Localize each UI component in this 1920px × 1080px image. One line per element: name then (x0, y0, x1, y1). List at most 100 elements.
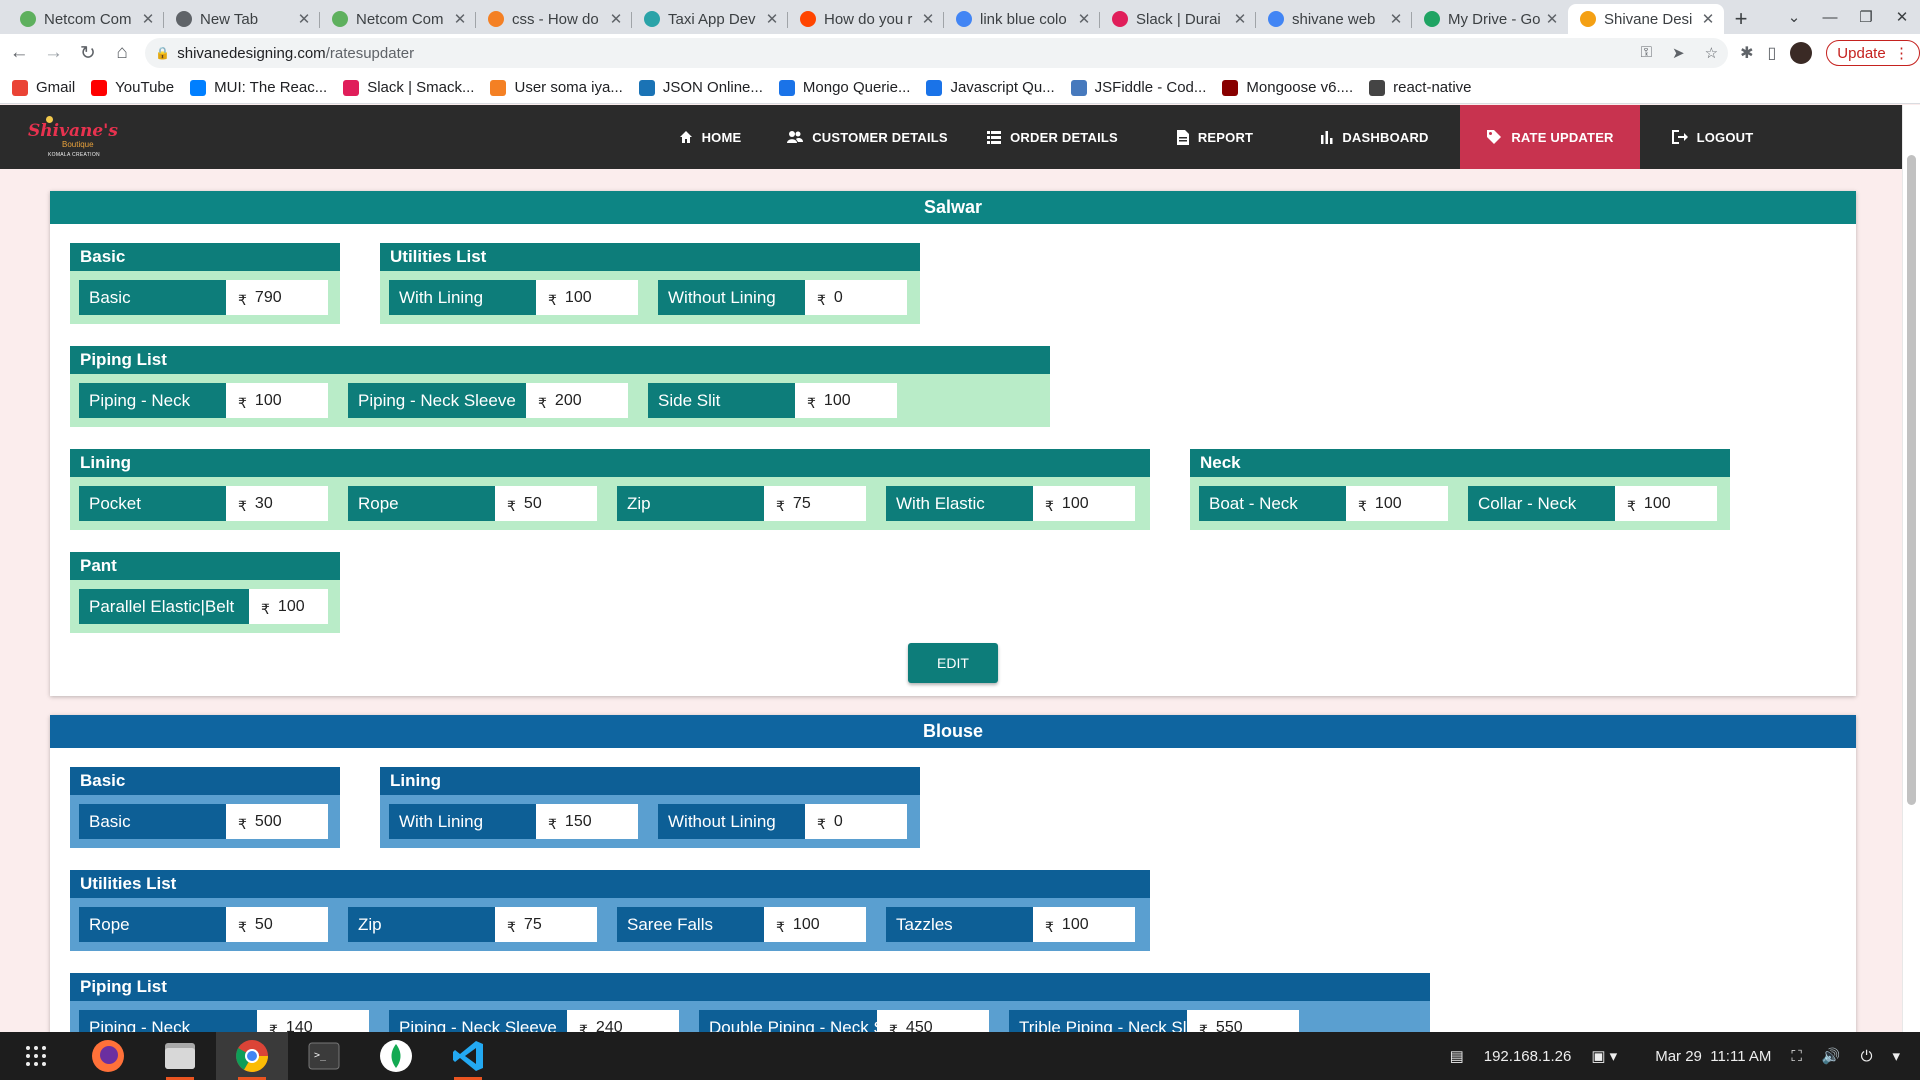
rate-input[interactable]: ₹100 (764, 907, 866, 942)
update-button[interactable]: Update ⋮ (1826, 40, 1920, 66)
rate-input[interactable]: ₹100 (249, 589, 328, 624)
rate-input[interactable]: ₹100 (1033, 486, 1135, 521)
tab-close-icon[interactable]: ✕ (764, 10, 780, 28)
tab-close-icon[interactable]: ✕ (1700, 10, 1716, 28)
firefox-icon[interactable] (72, 1032, 144, 1080)
bookmark-item[interactable]: Mongoose v6.... (1222, 79, 1353, 96)
browser-tab[interactable]: Slack | Durai ✕ (1100, 4, 1256, 34)
bookmark-item[interactable]: MUI: The Reac... (190, 79, 327, 96)
bookmark-item[interactable]: YouTube (91, 79, 174, 96)
browser-tab[interactable]: Netcom Com ✕ (320, 4, 476, 34)
rate-input[interactable]: ₹50 (495, 486, 597, 521)
rate-input[interactable]: ₹75 (764, 486, 866, 521)
clipboard-menu-icon[interactable]: ▣ ▾ (1591, 1047, 1617, 1065)
rate-input[interactable]: ₹100 (1615, 486, 1717, 521)
bookmark-item[interactable]: Gmail (12, 79, 75, 96)
address-bar[interactable]: 🔒 shivanedesigning.com /ratesupdater ⚿ ➤… (145, 38, 1729, 68)
tab-close-icon[interactable]: ✕ (608, 10, 624, 28)
new-tab-button[interactable]: + (1724, 4, 1758, 34)
browser-tab[interactable]: link blue colo ✕ (944, 4, 1100, 34)
rate-input[interactable]: ₹50 (226, 907, 328, 942)
rate-input[interactable]: ₹75 (495, 907, 597, 942)
rate-input[interactable]: ₹0 (805, 804, 907, 839)
reload-icon[interactable]: ↻ (73, 42, 103, 65)
rate-input[interactable]: ₹790 (226, 280, 328, 315)
browser-tab[interactable]: shivane web ✕ (1256, 4, 1412, 34)
rate-input[interactable]: ₹150 (536, 804, 638, 839)
bookmark-item[interactable]: Javascript Qu... (926, 79, 1055, 96)
rate-input[interactable]: ₹550 (1187, 1010, 1299, 1032)
side-panel-icon[interactable]: ▯ (1767, 43, 1776, 63)
menu-dashboard[interactable]: DASHBOARD (1290, 105, 1460, 169)
rate-input[interactable]: ₹100 (795, 383, 897, 418)
tab-search-icon[interactable]: ⌄ (1776, 8, 1812, 26)
puzzle-icon[interactable]: ✱ (1740, 43, 1753, 63)
menu-report[interactable]: REPORT (1140, 105, 1290, 169)
tab-close-icon[interactable]: ✕ (296, 10, 312, 28)
tab-close-icon[interactable]: ✕ (1544, 10, 1560, 28)
rate-input[interactable]: ₹30 (226, 486, 328, 521)
minimize-icon[interactable]: — (1812, 9, 1848, 26)
browser-tab[interactable]: How do you r ✕ (788, 4, 944, 34)
bookmark-item[interactable]: Slack | Smack... (343, 79, 474, 96)
bookmark-item[interactable]: User soma iya... (490, 79, 623, 96)
files-icon[interactable] (144, 1032, 216, 1080)
close-window-icon[interactable]: ✕ (1884, 8, 1920, 26)
bookmark-item[interactable]: JSFiddle - Cod... (1070, 79, 1206, 96)
browser-tab[interactable]: Taxi App Dev ✕ (632, 4, 788, 34)
rate-input[interactable]: ₹0 (805, 280, 907, 315)
tab-close-icon[interactable]: ✕ (920, 10, 936, 28)
rate-input[interactable]: ₹100 (1033, 907, 1135, 942)
tab-close-icon[interactable]: ✕ (452, 10, 468, 28)
star-icon[interactable]: ☆ (1705, 44, 1718, 62)
restore-icon[interactable]: ❐ (1848, 8, 1884, 26)
power-icon[interactable]: ⏻ (1861, 1048, 1873, 1065)
menu-home[interactable]: HOME (650, 105, 770, 169)
browser-tab[interactable]: My Drive - Go ✕ (1412, 4, 1568, 34)
app-grid-icon[interactable] (0, 1032, 72, 1080)
rate-input[interactable]: ₹140 (257, 1010, 369, 1032)
profile-avatar[interactable] (1790, 42, 1813, 64)
network-icon[interactable]: ⛶ (1791, 1048, 1802, 1065)
menu-rate-updater[interactable]: RATE UPDATER (1460, 105, 1640, 169)
browser-tab[interactable]: Netcom Com ✕ (8, 4, 164, 34)
browser-tab[interactable]: css - How do ✕ (476, 4, 632, 34)
share-icon[interactable]: ➤ (1672, 44, 1685, 62)
volume-icon[interactable]: 🔊 (1822, 1047, 1841, 1065)
rate-input[interactable]: ₹240 (567, 1010, 679, 1032)
tab-close-icon[interactable]: ✕ (140, 10, 156, 28)
terminal-icon[interactable]: >_ (288, 1032, 360, 1080)
key-icon[interactable]: ⚿ (1641, 44, 1652, 62)
forward-icon[interactable]: → (38, 42, 68, 64)
clipboard-indicator-icon[interactable]: ▤ (1450, 1047, 1464, 1065)
salwar-edit-button[interactable]: EDIT (908, 643, 998, 683)
tray-menu-icon[interactable]: ▾ (1892, 1047, 1900, 1065)
rate-input[interactable]: ₹100 (1346, 486, 1448, 521)
bookmark-item[interactable]: react-native (1369, 79, 1472, 96)
shivanes-logo[interactable]: Shivane's Boutique KOMALA CREATION (22, 113, 118, 161)
browser-tab[interactable]: New Tab ✕ (164, 4, 320, 34)
bookmark-item[interactable]: JSON Online... (638, 79, 763, 96)
chrome-icon[interactable] (216, 1032, 288, 1080)
lock-icon[interactable]: 🔒 (155, 46, 170, 60)
rate-input[interactable]: ₹450 (877, 1010, 989, 1032)
home-browser-icon[interactable]: ⌂ (107, 42, 137, 64)
rate-input[interactable]: ₹200 (526, 383, 628, 418)
rate-input[interactable]: ₹500 (226, 804, 328, 839)
clock[interactable]: Mar 29 11:11 AM (1655, 1048, 1771, 1065)
tab-close-icon[interactable]: ✕ (1076, 10, 1092, 28)
back-icon[interactable]: ← (4, 42, 34, 64)
rate-input[interactable]: ₹100 (226, 383, 328, 418)
rate-input[interactable]: ₹100 (536, 280, 638, 315)
scrollbar-thumb[interactable] (1907, 155, 1916, 805)
vscode-icon[interactable] (432, 1032, 504, 1080)
mongodb-compass-icon[interactable] (360, 1032, 432, 1080)
page-scrollbar[interactable] (1902, 105, 1920, 1032)
menu-customer-details[interactable]: CUSTOMER DETAILS (770, 105, 965, 169)
menu-logout[interactable]: LOGOUT (1640, 105, 1785, 169)
menu-order-details[interactable]: ORDER DETAILS (965, 105, 1140, 169)
browser-tab[interactable]: Shivane Desi ✕ (1568, 4, 1724, 34)
tab-close-icon[interactable]: ✕ (1388, 10, 1404, 28)
bookmark-item[interactable]: Mongo Querie... (778, 79, 910, 96)
tab-close-icon[interactable]: ✕ (1232, 10, 1248, 28)
